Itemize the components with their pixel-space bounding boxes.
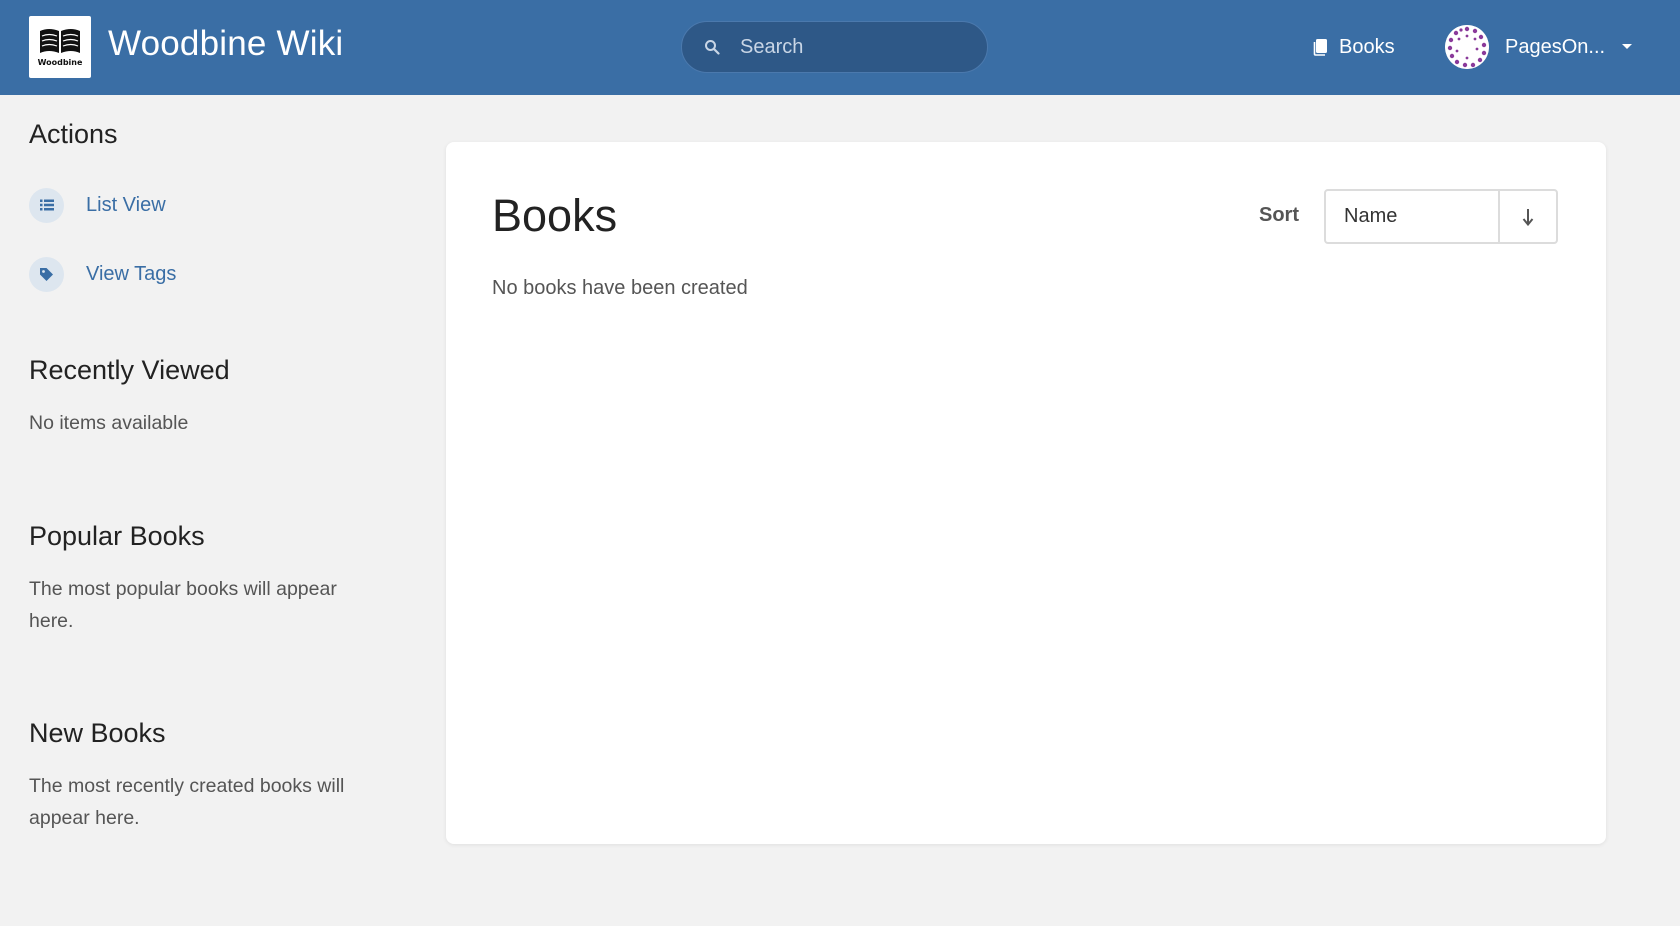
new-books-heading: New Books (29, 718, 166, 748)
books-card: Books No books have been created Sort Na… (446, 142, 1606, 844)
search-input[interactable] (740, 22, 975, 72)
search-bar[interactable] (681, 21, 988, 73)
user-name: PagesOn... (1505, 35, 1606, 58)
empty-message: No books have been created (492, 277, 748, 299)
sort-label: Sort (1259, 204, 1299, 226)
view-tags-label: View Tags (86, 262, 177, 285)
popular-books-heading: Popular Books (29, 521, 205, 551)
recently-viewed-heading: Recently Viewed (29, 355, 230, 385)
avatar (1445, 25, 1489, 69)
site-logo[interactable]: Woodbine (29, 16, 91, 78)
sort-direction-button[interactable] (1500, 191, 1556, 242)
arrow-down-icon (1522, 208, 1534, 226)
caret-down-icon (1622, 44, 1633, 49)
site-title[interactable]: Woodbine Wiki (108, 24, 343, 64)
page-title: Books (492, 190, 618, 241)
recently-viewed-text: No items available (29, 412, 189, 434)
book-logo-icon (40, 29, 80, 53)
sort-select[interactable]: Name (1326, 191, 1500, 242)
tag-icon (29, 256, 64, 292)
book-icon (1313, 39, 1327, 56)
list-icon (29, 187, 64, 223)
list-view-label: List View (86, 193, 166, 216)
view-tags-action[interactable]: View Tags (29, 256, 176, 292)
nav-books-label: Books (1339, 35, 1395, 58)
list-view-action[interactable]: List View (29, 187, 166, 223)
logo-text: Woodbine (37, 58, 83, 67)
new-books-text: The most recently created books will app… (29, 775, 345, 829)
nav-books-link[interactable]: Books (1313, 30, 1395, 64)
top-header: Woodbine Woodbine Wiki Books (0, 0, 1680, 95)
popular-books-text: The most popular books will appear here. (29, 578, 337, 632)
search-icon (705, 40, 720, 55)
sort-value: Name (1344, 205, 1398, 227)
user-menu[interactable]: PagesOn... (1445, 23, 1633, 71)
actions-heading: Actions (29, 119, 118, 149)
sort-control: Name (1324, 189, 1558, 244)
